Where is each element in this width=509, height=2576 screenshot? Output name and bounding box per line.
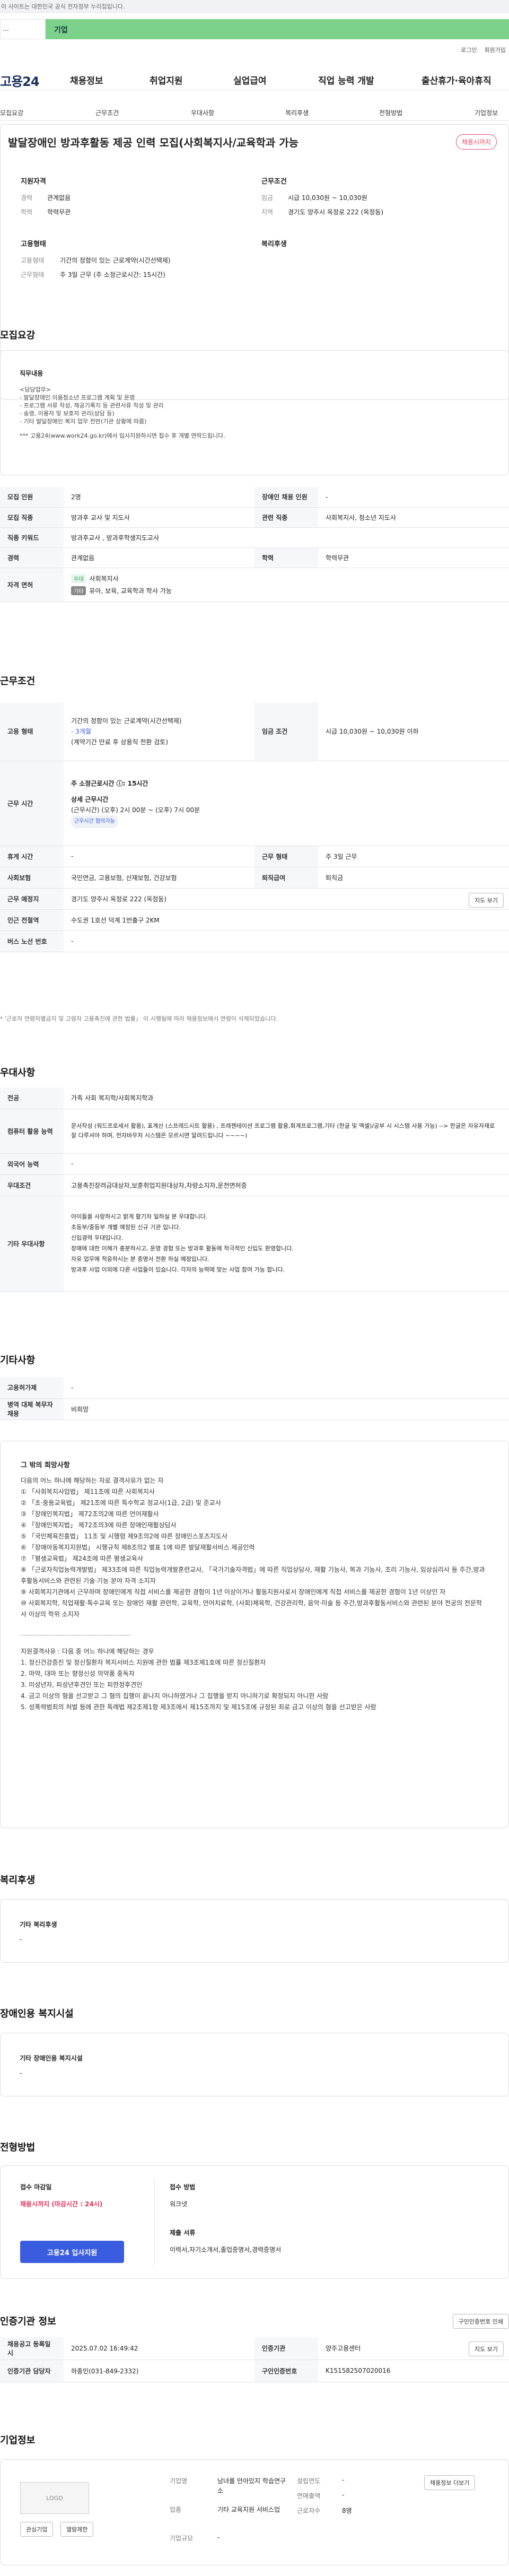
gov-bar: … 기업 bbox=[0, 19, 509, 39]
etc-table: 고용허가제 - 병역 대체 복무자 채용 비희망 bbox=[0, 1377, 509, 1420]
section-title: 전형방법 bbox=[0, 2142, 36, 2153]
time-chip: 근무시간 협의가능 bbox=[71, 815, 118, 828]
nav-item[interactable]: 직업 능력 개발 bbox=[318, 73, 374, 86]
logo[interactable]: 고용24 bbox=[0, 71, 40, 90]
login-link[interactable]: 로그인 bbox=[461, 47, 477, 54]
cert-map-button[interactable]: 지도 보기 bbox=[469, 2342, 504, 2356]
tab-prefs[interactable]: 우대사항 bbox=[191, 108, 214, 117]
header-welfare: 복리후생 bbox=[261, 240, 287, 248]
tab-conditions[interactable]: 근무조건 bbox=[95, 108, 119, 117]
gov-notice-bar: 이 사이트는 대한민국 공식 전자정부 누리집입니다. bbox=[0, 0, 509, 13]
company-detail-button[interactable]: 채용정보 더보기 bbox=[424, 2475, 476, 2490]
emp-type: 고용형태 고용형태 기간의 정함이 있는 근로계약(시간선택제) 근무형태 주 3일… bbox=[21, 240, 171, 279]
deadline-badge: 채용시까지 bbox=[455, 134, 497, 150]
work-cond: 근무조건 임금 시급 10,030원 ~ 10,030원 지역 경기도 양주시 옥정… bbox=[261, 178, 384, 216]
section-title: 우대사항 bbox=[0, 1067, 36, 1078]
recruit-table: 모집 인원 2명 장애인 채용 인원 - 모집 직종 방과후 교사 및 지도사 관련 직종… bbox=[0, 487, 509, 602]
tab-welfare[interactable]: 복리후생 bbox=[285, 108, 309, 117]
nav-item[interactable]: 출산휴가·육아휴직 bbox=[422, 73, 492, 86]
requirements-card: 그 밖의 희망사항 다음의 어느 하나에 해당하는 자로 결격사유가 없는 자①… bbox=[0, 1441, 509, 1828]
nav-item[interactable]: 실업급여 bbox=[233, 73, 267, 86]
section-title: 인증기관 정보 bbox=[0, 2316, 56, 2327]
section-title: 복리후생 bbox=[0, 1875, 36, 1886]
section-title: 근무조건 bbox=[0, 676, 36, 687]
main-nav: 고용24 채용정보 취업지원 실업급여 직업 능력 개발 출산휴가·육아휴직 bbox=[0, 67, 509, 90]
section-title: 모집요강 bbox=[0, 330, 36, 341]
apply-qual: 지원자격 경력 관계없음 학력 학력무관 bbox=[21, 178, 71, 216]
cert-table: 채용공고 등록일시 2025.07.02 16:49:42 인증기관 양주고용센터 지… bbox=[0, 2337, 509, 2382]
prefs-table: 전공 가족 사회 복지학/사회복지학과 컴퓨터 활용 능력 문서작성 (워드프로세서… bbox=[0, 1087, 509, 1292]
blind-button[interactable]: 열람제한 bbox=[60, 2522, 94, 2537]
tab-company[interactable]: 기업정보 bbox=[475, 108, 498, 117]
section-title: 장애인용 복지시설 bbox=[0, 2008, 74, 2020]
apply-button[interactable]: 고용24 입사지원 bbox=[20, 2241, 124, 2263]
print-button[interactable]: 구인인증번호 인쇄 bbox=[452, 2314, 509, 2329]
age-note: * '근로자 연령차별금지 및 고령자 고용촉진에 관한 법률」 이 시행됨에 … bbox=[0, 1015, 278, 1022]
nav-item[interactable]: 채용정보 bbox=[70, 73, 103, 86]
duty-list: <담당업무> - 발달장애인 이용청소년 프로그램 계획 및 운영 - 프로그램… bbox=[20, 386, 225, 439]
conditions-table: 고용 형태 기간의 정함이 있는 근로계약(시간선택제) - 3개월 (계약기간 만… bbox=[0, 702, 509, 952]
tab-recruit[interactable]: 모집요강 bbox=[0, 108, 23, 117]
map-button[interactable]: 지도 보기 bbox=[469, 892, 504, 908]
deadline: 채용시까지 (마감시간 : 24시) bbox=[20, 2200, 103, 2208]
section-tabs: 모집요강 근무조건 우대사항 복리후생 전형방법 기업정보 bbox=[0, 105, 509, 121]
section-title: 기업정보 bbox=[0, 2435, 36, 2446]
job-title: 발달장애인 방과후활동 제공 인력 모집(사회복지사/교육학과 가능 bbox=[8, 136, 299, 149]
gov-right[interactable]: 기업 bbox=[46, 19, 509, 39]
signup-link[interactable]: 회원가입 bbox=[485, 47, 506, 54]
gov-notice: 이 사이트는 대한민국 공식 전자정부 누리집입니다. bbox=[1, 3, 125, 10]
disab-card: 기타 장애인용 복지시설 - bbox=[0, 2033, 509, 2096]
company-logo: LOGO bbox=[20, 2482, 89, 2514]
fav-company-button[interactable]: 관심기업 bbox=[20, 2522, 54, 2537]
nav-item[interactable]: 취업지원 bbox=[150, 73, 183, 86]
duty-card: 직무내용 <담당업무> - 발달장애인 이용청소년 프로그램 계획 및 운영 -… bbox=[0, 350, 509, 475]
util-links: 로그인 회원가입 bbox=[453, 46, 506, 54]
req-list: 다음의 어느 하나에 해당하는 자로 결격사유가 없는 자① 「사회복지사업법」… bbox=[21, 1477, 485, 1711]
section-title: 기타사항 bbox=[0, 1355, 36, 1366]
tab-process[interactable]: 전형방법 bbox=[379, 108, 402, 117]
welfare-card: 기타 복리후생 - bbox=[0, 1899, 509, 1963]
gov-left[interactable]: … bbox=[0, 19, 46, 39]
